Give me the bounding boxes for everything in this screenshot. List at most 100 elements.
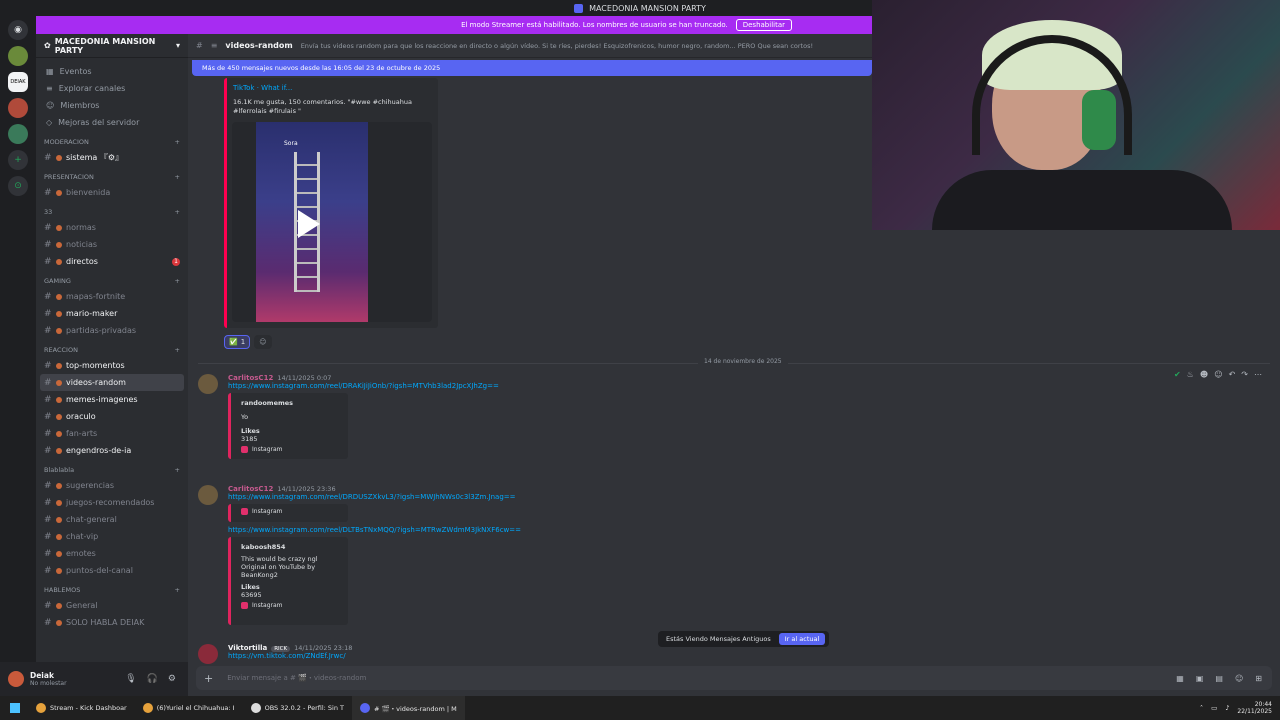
discord-home-icon[interactable]: ◉ bbox=[8, 20, 28, 40]
headphones-icon[interactable]: 🎧 bbox=[147, 674, 158, 684]
add-attachment-icon[interactable]: + bbox=[204, 672, 213, 685]
message-author[interactable]: CarlitosC12 bbox=[228, 374, 273, 382]
channel-item[interactable]: # engendros-de-ia bbox=[36, 442, 188, 459]
channel-item[interactable]: # puntos-del-canal bbox=[36, 562, 188, 579]
channel-item[interactable]: # directos 1 bbox=[36, 253, 188, 270]
server-icon[interactable] bbox=[8, 46, 28, 66]
server-badge-icon: ✿ bbox=[44, 41, 51, 50]
server-icon bbox=[574, 3, 584, 13]
channel-item[interactable]: # sistema 『⚙』 bbox=[36, 149, 188, 166]
create-channel-icon[interactable]: + bbox=[175, 138, 180, 146]
create-channel-icon[interactable]: + bbox=[175, 466, 180, 474]
channel-item[interactable]: # bienvenida bbox=[36, 184, 188, 201]
microphone-icon[interactable]: 🎙 bbox=[125, 674, 136, 684]
jump-to-present-button[interactable]: Ir al actual bbox=[778, 633, 826, 645]
channel-item[interactable]: # oraculo bbox=[36, 408, 188, 425]
message-author[interactable]: CarlitosC12 bbox=[228, 485, 273, 493]
create-channel-icon[interactable]: + bbox=[175, 346, 180, 354]
video-thumbnail[interactable]: Sora bbox=[232, 122, 432, 322]
channel-item[interactable]: # normas bbox=[36, 219, 188, 236]
message-link[interactable]: https://www.instagram.com/reel/DLTBsTNxM… bbox=[228, 526, 521, 534]
channel-item[interactable]: # partidas-privadas bbox=[36, 322, 188, 339]
category-header[interactable]: Blablabla + bbox=[36, 462, 188, 477]
channel-item[interactable]: # mario-maker bbox=[36, 305, 188, 322]
volume-icon[interactable]: ♪ bbox=[1225, 704, 1229, 712]
channel-item[interactable]: # noticias bbox=[36, 236, 188, 253]
reply-icon[interactable]: ↶ bbox=[1229, 370, 1236, 379]
add-server-icon[interactable]: + bbox=[8, 150, 28, 170]
channel-item[interactable]: # SOLO HABLA DEIAK bbox=[36, 614, 188, 631]
channel-item[interactable]: # memes-imagenes bbox=[36, 391, 188, 408]
message-link[interactable]: https://www.instagram.com/reel/DRDUSZXkv… bbox=[228, 493, 521, 501]
sticker-icon[interactable]: ▤ bbox=[1215, 674, 1223, 683]
nav-boosts[interactable]: ◇ Mejoras del servidor bbox=[36, 114, 188, 131]
new-messages-bar[interactable]: Más de 450 mensajes nuevos desde las 16:… bbox=[192, 60, 872, 76]
message-author[interactable]: Viktortilla bbox=[228, 644, 267, 652]
message-link[interactable]: https://www.instagram.com/reel/DRAKiJiJi… bbox=[228, 382, 499, 390]
channel-topic[interactable]: Envía tus videos random para que los rea… bbox=[301, 42, 813, 50]
avatar[interactable] bbox=[198, 374, 218, 394]
clock[interactable]: 20:44 22/11/2025 bbox=[1237, 701, 1272, 715]
category-header[interactable]: 33 + bbox=[36, 204, 188, 219]
reaction-check[interactable]: ✅ 1 bbox=[224, 335, 251, 349]
apps-icon[interactable]: ⊞ bbox=[1255, 674, 1262, 683]
settings-gear-icon[interactable]: ⚙ bbox=[168, 674, 176, 684]
channel-item[interactable]: # sugerencias bbox=[36, 477, 188, 494]
category-header[interactable]: HABLEMOS + bbox=[36, 582, 188, 597]
channel-item[interactable]: # emotes bbox=[36, 545, 188, 562]
avatar[interactable] bbox=[8, 671, 24, 687]
chevron-up-icon[interactable]: ˄ bbox=[1200, 704, 1203, 712]
avatar[interactable] bbox=[198, 485, 218, 505]
create-channel-icon[interactable]: + bbox=[175, 277, 180, 285]
channel-item[interactable]: # mapas-fortnite bbox=[36, 288, 188, 305]
add-reaction-icon[interactable]: ☺ bbox=[1214, 370, 1222, 379]
more-icon[interactable]: ⋯ bbox=[1254, 370, 1262, 379]
embed-text: This would be crazy ngl bbox=[241, 555, 318, 563]
taskbar-item[interactable]: Stream - Kick Dashboar bbox=[28, 696, 135, 720]
category-header[interactable]: PRESENTACION + bbox=[36, 169, 188, 184]
windows-start-icon[interactable] bbox=[10, 703, 20, 713]
category-header[interactable]: GAMING + bbox=[36, 273, 188, 288]
reaction-emoji: ✅ bbox=[229, 338, 238, 346]
disable-streamer-button[interactable]: Deshabilitar bbox=[735, 19, 792, 31]
channel-item[interactable]: # videos-random bbox=[40, 374, 184, 391]
play-icon[interactable] bbox=[298, 210, 320, 238]
server-icon[interactable] bbox=[8, 98, 28, 118]
server-header[interactable]: ✿ MACEDONIA MANSION PARTY ▾ bbox=[36, 34, 188, 58]
category-header[interactable]: MODERACION + bbox=[36, 134, 188, 149]
emoji-icon[interactable]: ☺ bbox=[1235, 674, 1243, 683]
channel-label: oraculo bbox=[66, 412, 96, 421]
gif-icon[interactable]: ▣ bbox=[1196, 674, 1204, 683]
category-header[interactable]: REACCION + bbox=[36, 342, 188, 357]
check-reaction-icon[interactable]: ✔ bbox=[1174, 370, 1181, 379]
message-link[interactable]: https://vm.tiktok.com/ZNdEf.Jrwc/ bbox=[228, 652, 352, 660]
create-channel-icon[interactable]: + bbox=[175, 586, 180, 594]
discover-icon[interactable]: ⊙ bbox=[8, 176, 28, 196]
channel-item[interactable]: # chat-general bbox=[36, 511, 188, 528]
network-icon[interactable]: ▭ bbox=[1211, 704, 1217, 712]
channel-item[interactable]: # top-momentos bbox=[36, 357, 188, 374]
server-icon[interactable] bbox=[8, 124, 28, 144]
channel-item[interactable]: # fan-arts bbox=[36, 425, 188, 442]
create-channel-icon[interactable]: + bbox=[175, 173, 180, 181]
forward-icon[interactable]: ↷ bbox=[1241, 370, 1248, 379]
avatar[interactable] bbox=[198, 644, 218, 664]
add-reaction-icon[interactable]: ☺ bbox=[254, 335, 272, 349]
composer-placeholder[interactable]: Enviar mensaje a # 🎬・videos-random bbox=[227, 673, 366, 683]
gift-icon[interactable]: ▦ bbox=[1176, 674, 1184, 683]
message-composer[interactable]: + Enviar mensaje a # 🎬・videos-random ▦ ▣… bbox=[196, 666, 1272, 690]
taskbar-item[interactable]: # 🎬・videos-random | M bbox=[352, 696, 465, 720]
taskbar-item[interactable]: OBS 32.0.2 - Perfil: Sin T bbox=[243, 696, 352, 720]
nav-events[interactable]: ▦ Eventos bbox=[36, 63, 188, 80]
server-deiak-icon[interactable]: DEIAK bbox=[8, 72, 28, 92]
embed-title-link[interactable]: TikTok · What if... bbox=[233, 84, 292, 92]
nav-browse-channels[interactable]: ≡ Explorar canales bbox=[36, 80, 188, 97]
nav-members[interactable]: ☺ Miembros bbox=[36, 97, 188, 114]
channel-item[interactable]: # chat-vip bbox=[36, 528, 188, 545]
emoji-reaction-icon[interactable]: ☻ bbox=[1200, 370, 1208, 379]
taskbar-item[interactable]: (6)Yuriel el Chihuahua: I bbox=[135, 696, 243, 720]
create-channel-icon[interactable]: + bbox=[175, 208, 180, 216]
channel-item[interactable]: # juegos-recomendados bbox=[36, 494, 188, 511]
fire-reaction-icon[interactable]: ♨ bbox=[1187, 370, 1194, 379]
channel-item[interactable]: # General bbox=[36, 597, 188, 614]
